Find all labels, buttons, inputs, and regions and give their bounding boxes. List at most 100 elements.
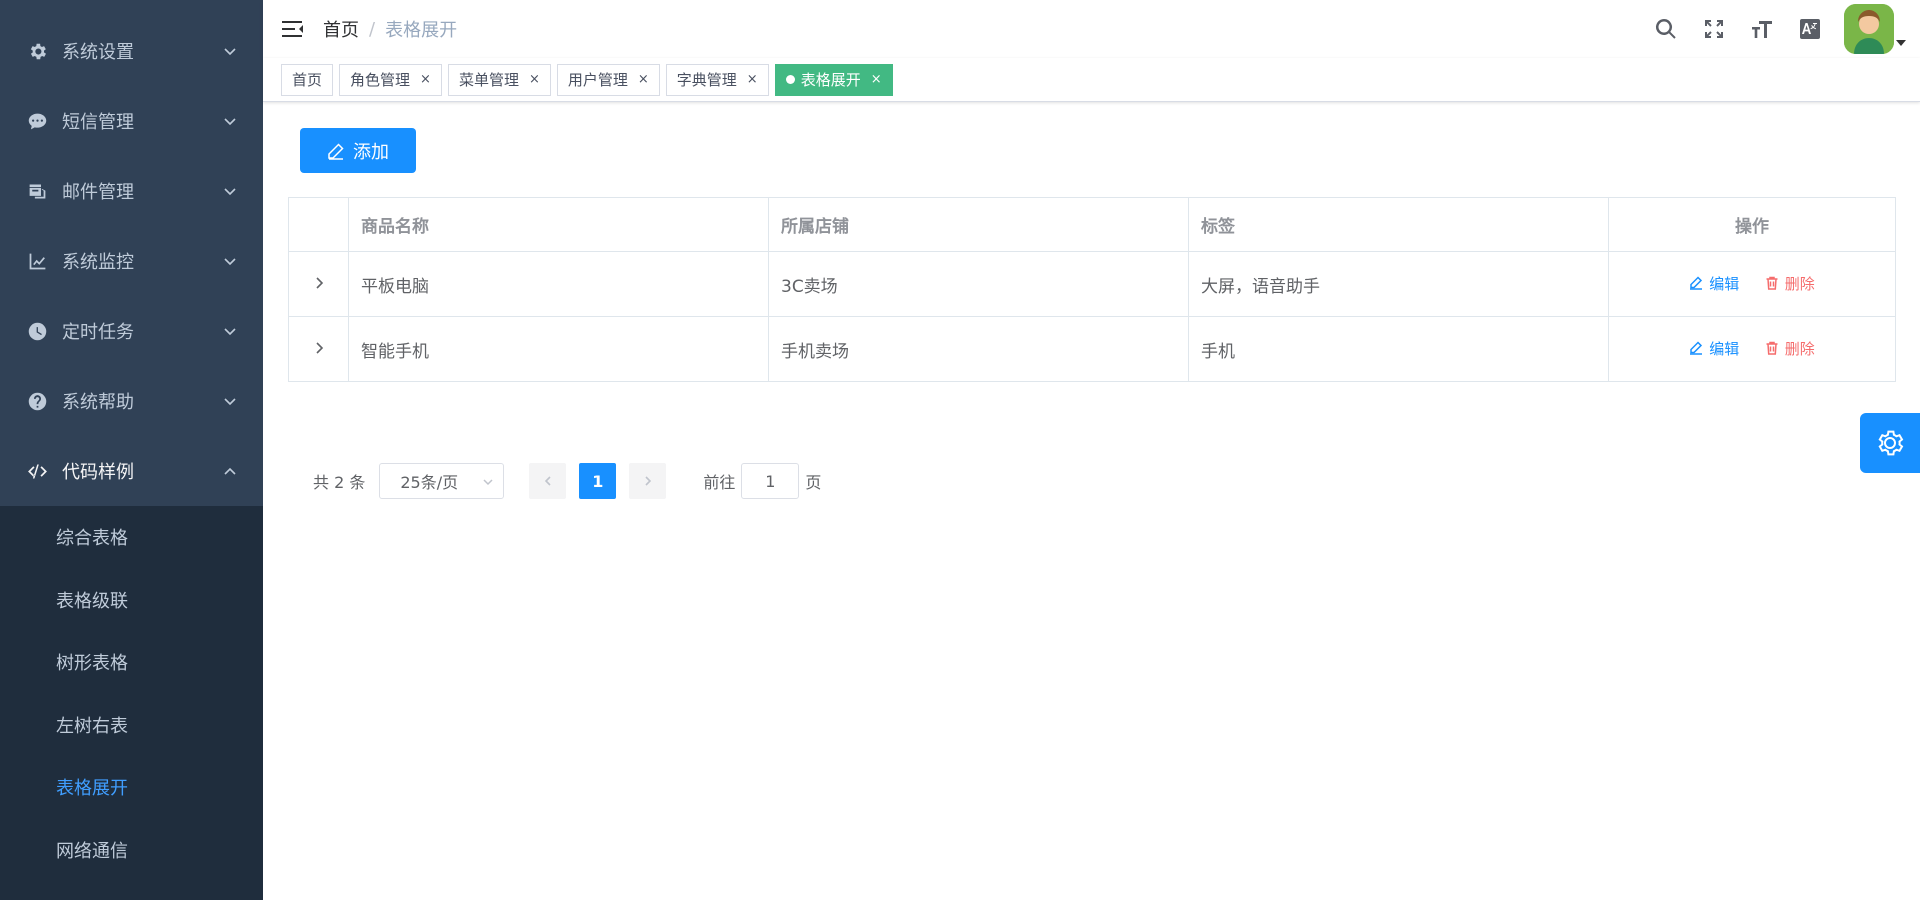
- tag-expand-table[interactable]: 表格展开 ×: [774, 63, 893, 96]
- breadcrumb: 首页 / 表格展开: [323, 16, 457, 42]
- tag-label: 菜单管理: [458, 71, 519, 89]
- sidebar-subitem-tree-table[interactable]: 树形表格: [0, 631, 263, 694]
- caret-down-icon: [1896, 40, 1906, 46]
- sidebar-item-code-samples[interactable]: 代码样例: [0, 436, 263, 506]
- sidebar-item-sms[interactable]: 短信管理: [0, 86, 263, 156]
- pagination-total: 共 2 条: [313, 473, 366, 492]
- product-table: 商品名称 所属店铺 标签 操作 平板电脑 3C卖场 大屏，语音助手 编辑 删除 …: [288, 197, 1896, 382]
- add-button[interactable]: 添加: [300, 128, 416, 173]
- tag-label: 表格展开: [800, 71, 861, 89]
- sidebar-subitem-left-tree-right-table[interactable]: 左树右表: [0, 694, 263, 757]
- sidebar-subitem-label: 网络通信: [56, 840, 128, 862]
- close-icon[interactable]: ×: [638, 72, 649, 87]
- close-icon[interactable]: ×: [747, 72, 758, 87]
- chevron-down-icon: [223, 112, 237, 126]
- tag-menu-management[interactable]: 菜单管理 ×: [447, 63, 551, 96]
- trash-icon: [1766, 277, 1778, 290]
- avatar: [1844, 4, 1894, 54]
- cell-operations: 编辑 删除: [1608, 316, 1896, 382]
- cell-operations: 编辑 删除: [1608, 251, 1896, 317]
- add-button-label: 添加: [353, 141, 389, 163]
- chevron-down-icon: [223, 42, 237, 56]
- sidebar-item-scheduled-tasks[interactable]: 定时任务: [0, 296, 263, 366]
- header-tags: 标签: [1188, 197, 1609, 252]
- page-size-select[interactable]: 25条/页: [379, 463, 505, 499]
- fullscreen-icon[interactable]: [1690, 0, 1738, 58]
- breadcrumb-home[interactable]: 首页: [323, 16, 359, 42]
- delete-button[interactable]: 删除: [1765, 338, 1815, 359]
- chevron-down-icon: [223, 392, 237, 406]
- tag-label: 首页: [292, 71, 323, 89]
- table-row: 平板电脑 3C卖场 大屏，语音助手 编辑 删除: [288, 251, 1896, 317]
- next-page-button[interactable]: [629, 463, 667, 499]
- page-size-value: 25条/页: [400, 473, 459, 492]
- prev-page-button[interactable]: [529, 463, 567, 499]
- sidebar-subitem-label: 树形表格: [56, 653, 128, 675]
- sidebar-item-label: 系统监控: [62, 252, 134, 273]
- edit-label: 编辑: [1709, 339, 1740, 358]
- tag-user-management[interactable]: 用户管理 ×: [556, 63, 660, 96]
- sidebar-subitem-label: 综合表格: [56, 528, 128, 550]
- sidebar: 系统设置 短信管理 邮件管理 系统监控 定时任务 系统帮助 代码样例 综合表格 …: [0, 0, 263, 900]
- pagination: 共 2 条 25条/页 1 前往 页: [313, 463, 821, 499]
- close-icon[interactable]: ×: [529, 72, 540, 87]
- sidebar-item-label: 代码样例: [62, 462, 134, 483]
- sidebar-subitem-label: 左树右表: [56, 715, 128, 737]
- chevron-down-icon: [223, 252, 237, 266]
- sidebar-item-label: 邮件管理: [62, 182, 134, 203]
- cell-tags: 大屏，语音助手: [1188, 251, 1609, 317]
- breadcrumb-separator: /: [369, 18, 376, 40]
- sidebar-item-system-settings[interactable]: 系统设置: [0, 16, 263, 86]
- main-content: 添加 商品名称 所属店铺 标签 操作 平板电脑 3C卖场 大屏，语音助手 编辑 …: [263, 102, 1920, 900]
- expand-toggle[interactable]: [288, 316, 349, 382]
- tag-dict-management[interactable]: 字典管理 ×: [665, 63, 769, 96]
- menu-fold-icon: [282, 21, 303, 37]
- sms-icon: [26, 110, 48, 132]
- submenu-code-samples: 综合表格 表格级联 树形表格 左树右表 表格展开 网络通信: [0, 506, 263, 900]
- gear-icon: [26, 40, 48, 62]
- tag-role-management[interactable]: 角色管理 ×: [339, 63, 442, 96]
- delete-button[interactable]: 删除: [1765, 273, 1815, 294]
- breadcrumb-current: 表格展开: [385, 20, 458, 41]
- edit-button[interactable]: 编辑: [1689, 338, 1739, 359]
- sidebar-item-help[interactable]: 系统帮助: [0, 366, 263, 436]
- delete-label: 删除: [1784, 339, 1815, 358]
- page-unit-label: 页: [805, 473, 822, 492]
- edit-icon: [1690, 341, 1703, 355]
- cell-product-name: 平板电脑: [348, 251, 769, 317]
- avatar-dropdown[interactable]: [1834, 0, 1920, 58]
- header-product-name: 商品名称: [348, 197, 769, 252]
- cell-shop: 手机卖场: [768, 316, 1189, 382]
- close-icon[interactable]: ×: [871, 72, 882, 87]
- sidebar-subitem-composite-table[interactable]: 综合表格: [0, 506, 263, 569]
- translate-icon[interactable]: [1786, 0, 1834, 58]
- chevron-right-icon: [315, 277, 323, 289]
- tags-view: 首页 角色管理 × 菜单管理 × 用户管理 × 字典管理 × 表格展开 ×: [263, 58, 1920, 102]
- sidebar-subitem-label: 表格级联: [56, 590, 128, 612]
- close-icon[interactable]: ×: [420, 72, 431, 87]
- search-icon[interactable]: [1642, 0, 1690, 58]
- sidebar-item-label: 系统帮助: [62, 392, 134, 413]
- sidebar-subitem-cascade-table[interactable]: 表格级联: [0, 569, 263, 632]
- page-number-1[interactable]: 1: [579, 463, 617, 499]
- edit-button[interactable]: 编辑: [1689, 273, 1739, 294]
- tag-home[interactable]: 首页: [281, 63, 334, 96]
- sidebar-subitem-expand-table[interactable]: 表格展开: [0, 756, 263, 819]
- font-size-icon[interactable]: [1738, 0, 1786, 58]
- chevron-up-icon: [223, 462, 237, 476]
- expand-toggle[interactable]: [288, 251, 349, 317]
- help-icon: [26, 390, 48, 412]
- right-menu: [1642, 0, 1920, 58]
- goto-page-input[interactable]: [741, 463, 800, 499]
- tag-label: 用户管理: [567, 71, 628, 89]
- settings-button[interactable]: [1860, 413, 1920, 473]
- header-operations: 操作: [1608, 197, 1896, 252]
- edit-icon: [1690, 276, 1703, 290]
- cell-tags: 手机: [1188, 316, 1609, 382]
- pagination-goto: 前往 页: [703, 463, 821, 499]
- sidebar-item-monitor[interactable]: 系统监控: [0, 226, 263, 296]
- table-row: 智能手机 手机卖场 手机 编辑 删除: [288, 316, 1896, 382]
- sidebar-subitem-network[interactable]: 网络通信: [0, 819, 263, 882]
- sidebar-item-mail[interactable]: 邮件管理: [0, 156, 263, 226]
- hamburger-toggle[interactable]: [263, 0, 323, 58]
